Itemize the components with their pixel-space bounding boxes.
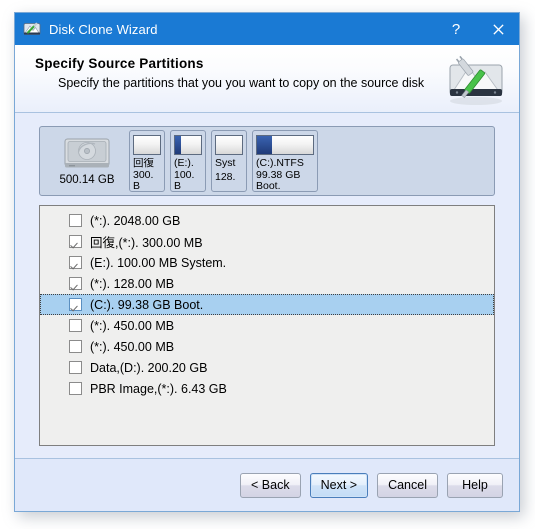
desktop-backdrop: Disk Clone Wizard ? Specify Source Parti… [0,0,535,529]
partition-label-line: (C:).NTFS [256,158,304,168]
partition-list-row[interactable]: PBR Image,(*:). 6.43 GB [40,378,494,399]
partition-usage-bar [133,135,161,155]
partition-row-label: (E:). 100.00 MB System. [90,255,227,270]
partition-list-row[interactable]: (*:). 2048.00 GB [40,210,494,231]
partition-list-row[interactable]: (*:). 450.00 MB [40,336,494,357]
disk-map-partitions: 回復 300. B (E:). 100. B Syst 128. (C:).NTFS 99.38 … [124,130,318,192]
page-subtitle: Specify the partitions that you you want… [58,76,425,90]
wizard-header: Specify Source Partitions Specify the pa… [15,45,519,113]
hard-disk-icon [62,137,112,171]
partition-checkbox[interactable] [69,256,82,269]
partition-label-line: Boot. [256,181,281,192]
partition-label-line: Syst [215,158,236,169]
back-button[interactable]: < Back [240,472,301,498]
window-title: Disk Clone Wizard [49,21,158,37]
partition-label-line: 100. [174,169,195,180]
partition-usage-fill [257,136,273,154]
partition-checkbox[interactable] [69,235,82,248]
cancel-button[interactable]: Cancel [377,472,438,498]
partition-label-line: 回復 [133,158,154,168]
partition-row-label: (*:). 2048.00 GB [90,213,181,228]
title-bar[interactable]: Disk Clone Wizard ? [15,13,519,45]
partition-row-label: (*:). 450.00 MB [90,318,175,333]
disk-map-partition[interactable]: (E:). 100. B [170,130,206,192]
disk-tools-icon [445,51,507,107]
partition-list-row[interactable]: (*:). 450.00 MB [40,315,494,336]
partition-label-line: B [133,181,141,192]
partition-row-label: PBR Image,(*:). 6.43 GB [90,381,227,396]
next-button[interactable]: Next > [309,472,369,498]
disk-map-partition[interactable]: 回復 300. B [129,130,165,192]
source-disk[interactable]: 500.14 GB [50,137,124,186]
partition-checkbox[interactable] [69,382,82,395]
partition-list-row[interactable]: (C:). 99.38 GB Boot. [40,294,494,315]
disk-map-partition[interactable]: Syst 128. [211,130,247,192]
partition-row-label: (C:). 99.38 GB Boot. [90,297,204,312]
disk-wizard-icon [23,20,41,38]
partition-label-line: 300. [133,169,154,180]
partition-list-row[interactable]: Data,(D:). 200.20 GB [40,357,494,378]
partition-checkbox[interactable] [69,298,82,311]
partition-label-line: 99.38 GB [256,169,301,180]
partition-checkbox[interactable] [69,319,82,332]
page-title: Specify Source Partitions [35,56,204,71]
wizard-body: 500.14 GB 回復 300. B (E:). 100. B Syst 128. (C:).… [15,113,519,458]
close-icon[interactable] [477,13,519,45]
partition-checkbox[interactable] [69,214,82,227]
partition-row-label: Data,(D:). 200.20 GB [90,360,208,375]
partition-usage-bar [256,135,314,155]
partition-label-line: B [174,181,182,192]
partition-usage-bar [215,135,243,155]
partition-row-label: (*:). 450.00 MB [90,339,175,354]
partition-usage-bar [174,135,202,155]
partition-checkbox[interactable] [69,361,82,374]
disk-clone-wizard-window: Disk Clone Wizard ? Specify Source Parti… [14,12,520,512]
partition-list-row[interactable]: (E:). 100.00 MB System. [40,252,494,273]
partition-list-row[interactable]: 回復,(*:). 300.00 MB [40,231,494,252]
disk-capacity: 500.14 GB [59,173,115,186]
partition-checkbox[interactable] [69,340,82,353]
partition-list-row[interactable]: (*:). 128.00 MB [40,273,494,294]
partition-label-line: 128. [215,171,236,183]
partition-list[interactable]: (*:). 2048.00 GB 回復,(*:). 300.00 MB (E:). … [39,205,495,446]
partition-row-label: (*:). 128.00 MB [90,276,175,291]
partition-label-line: (E:). [174,158,194,168]
help-button[interactable]: Help [447,472,503,498]
disk-map-panel: 500.14 GB 回復 300. B (E:). 100. B Syst 128. (C:).… [39,126,495,196]
partition-checkbox[interactable] [69,277,82,290]
wizard-footer: < Back Next > Cancel Help [15,458,519,511]
help-titlebar-button[interactable]: ? [435,13,477,45]
partition-usage-fill [175,136,181,154]
partition-row-label: 回復,(*:). 300.00 MB [90,236,203,250]
disk-map-partition[interactable]: (C:).NTFS 99.38 GB Boot. [252,130,318,192]
